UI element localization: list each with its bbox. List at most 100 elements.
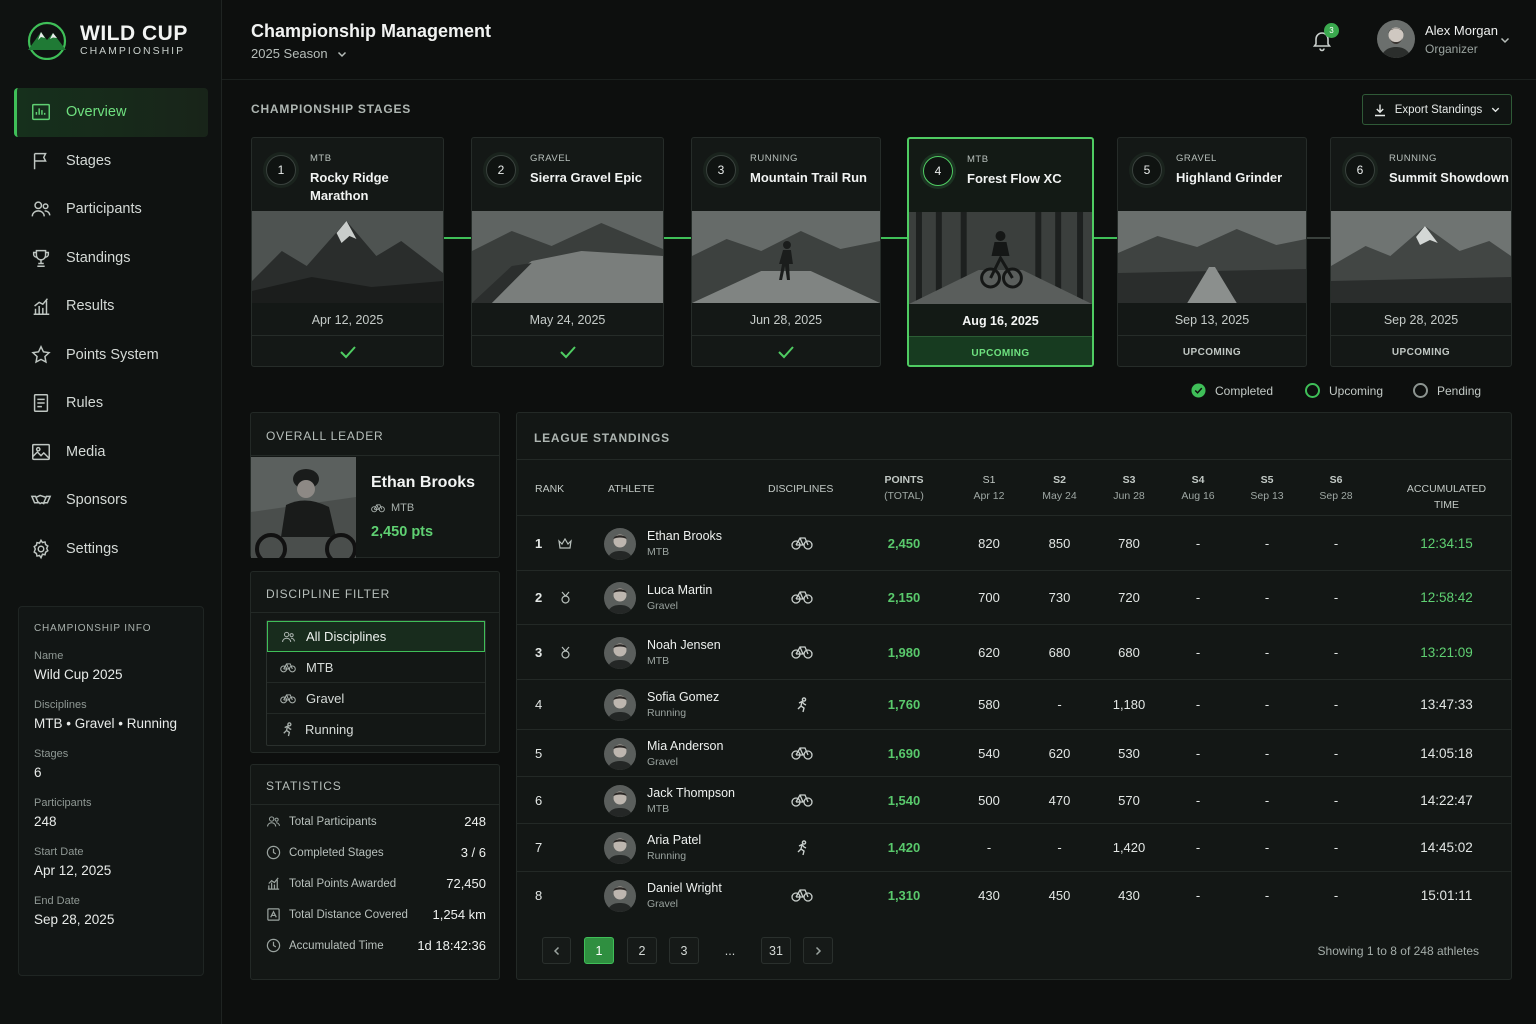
stage-score-cell: 720 (1118, 590, 1140, 605)
athlete-avatar[interactable] (604, 689, 636, 721)
stage-status (692, 335, 880, 366)
athlete-avatar[interactable] (604, 880, 636, 912)
rank-cell: 8 (535, 888, 543, 903)
chevron-down-icon[interactable] (1499, 34, 1511, 46)
next-page-button[interactable] (803, 937, 833, 964)
sidebar-item-label: Media (66, 443, 106, 460)
sidebar-item-sponsors[interactable]: Sponsors (14, 476, 208, 525)
stage-name: Highland Grinder (1176, 170, 1283, 185)
athlete-avatar[interactable] (604, 784, 636, 817)
table-row[interactable]: 7 Aria Patel Running 1,420 - - 1,420 - - - 14:45:0… (517, 823, 1511, 871)
filter-gravel[interactable]: Gravel (267, 683, 485, 714)
stage-score-cell: - (1264, 888, 1270, 903)
points-cell: 1,310 (887, 888, 921, 903)
filter-all-disciplines[interactable]: All Disciplines (267, 621, 485, 652)
stage-photo-gravel-road (472, 211, 663, 303)
col-s1[interactable]: S1 Apr 12 (968, 472, 1010, 504)
athlete-avatar[interactable] (604, 527, 636, 560)
discipline-cell (794, 840, 810, 856)
stage-card-4[interactable]: 4 MTB Forest Flow XC Aug 16, 2025 UPCOMI… (907, 137, 1094, 367)
user-avatar[interactable] (1377, 20, 1415, 58)
sidebar-item-points-system[interactable]: Points System (14, 331, 208, 380)
athlete-name: Aria Patel (647, 833, 702, 847)
athlete-cell[interactable]: Luca Martin Gravel (647, 583, 712, 612)
stage-connector (1093, 237, 1117, 239)
page-button-3[interactable]: 3 (669, 937, 699, 964)
table-row[interactable]: 6 Jack Thompson MTB 1,540 500 470 570 - - - 14:22:… (517, 776, 1511, 823)
col-s3[interactable]: S3 Jun 28 (1108, 472, 1150, 504)
season-selector[interactable]: 2025 Season (251, 46, 348, 61)
athlete-avatar[interactable] (604, 832, 636, 864)
sidebar-item-label: Stages (66, 152, 112, 169)
athlete-cell[interactable]: Noah Jensen MTB (647, 638, 721, 667)
overall-leader-panel: OVERALL LEADER Ethan Brooks MTB 2,450 pt… (250, 412, 500, 558)
accumulated-time-cell: 12:34:15 (1420, 535, 1473, 551)
col-points[interactable]: POINTS (TOTAL) (873, 472, 935, 504)
sidebar-item-settings[interactable]: Settings (14, 525, 208, 574)
mountain-logo-icon (27, 21, 67, 60)
prev-page-button[interactable] (542, 937, 571, 964)
athlete-cell[interactable]: Aria Patel Running (647, 833, 701, 862)
table-row[interactable]: 5 Mia Anderson Gravel 1,690 540 620 530 - - - 14:0… (517, 729, 1511, 776)
rank-badge (558, 537, 572, 549)
athlete-cell[interactable]: Ethan Brooks MTB (647, 529, 722, 558)
sidebar-item-participants[interactable]: Participants (14, 185, 208, 234)
sidebar-item-rules[interactable]: Rules (14, 379, 208, 428)
stage-card-5[interactable]: 5 GRAVEL Highland Grinder Sep 13, 2025 U… (1117, 137, 1307, 367)
athlete-avatar[interactable] (604, 636, 636, 669)
stage-status (252, 335, 443, 366)
col-s5[interactable]: S5 Sep 13 (1246, 472, 1288, 504)
stage-date: Sep 13, 2025 (1174, 313, 1250, 327)
athlete-avatar[interactable] (604, 737, 636, 770)
stage-photo-trail-runner (692, 211, 880, 303)
table-row[interactable]: 1 Ethan Brooks MTB 2,450 820 850 780 - - - 12:34:1… (517, 515, 1511, 570)
athlete-avatar[interactable] (604, 582, 636, 614)
stage-name: Summit Showdown (1389, 170, 1509, 185)
stage-score-cell: 530 (1118, 745, 1140, 761)
stage-card-1[interactable]: 1 MTB Rocky Ridge Marathon Apr 12, 2025 (251, 137, 444, 367)
sidebar-item-results[interactable]: Results (14, 282, 208, 331)
col-points-label: POINTS (884, 474, 924, 486)
filter-mtb[interactable]: MTB (267, 652, 485, 683)
col-s4[interactable]: S4 Aug 16 (1177, 472, 1219, 504)
table-row[interactable]: 8 Daniel Wright Gravel 1,310 430 450 430 - - - 15:… (517, 871, 1511, 919)
stage-card-3[interactable]: 3 RUNNING Mountain Trail Run Jun 28, 202… (691, 137, 881, 367)
col-s6[interactable]: S6 Sep 28 (1315, 472, 1357, 504)
stage-score-cell: - (1195, 535, 1201, 551)
info-label: Participants (34, 797, 92, 809)
athlete-cell[interactable]: Jack Thompson MTB (647, 786, 735, 815)
athlete-cell[interactable]: Daniel Wright Gravel (647, 881, 722, 910)
export-standings-button[interactable]: Export Standings (1362, 94, 1512, 125)
table-row[interactable]: 4 Sofia Gomez Running 1,760 580 - 1,180 - - - 13:4… (517, 679, 1511, 729)
stage-status: UPCOMING (1118, 335, 1306, 366)
col-s2[interactable]: S2 May 24 (1037, 472, 1082, 504)
stage-card-6[interactable]: 6 RUNNING Summit Showdown Sep 28, 2025 U… (1330, 137, 1512, 367)
sidebar-item-stages[interactable]: Stages (14, 137, 208, 186)
athlete-name: Daniel Wright (647, 881, 722, 895)
athlete-name: Ethan Brooks (647, 528, 723, 543)
sidebar-item-media[interactable]: Media (14, 428, 208, 477)
stage-card-2[interactable]: 2 GRAVEL Sierra Gravel Epic May 24, 2025 (471, 137, 664, 367)
brand-logo[interactable]: WILD CUP CHAMPIONSHIP (24, 20, 188, 60)
accumulated-time-cell: 13:21:09 (1420, 644, 1473, 660)
page-button-2[interactable]: 2 (627, 937, 657, 964)
page-button-31[interactable]: 31 (761, 937, 791, 964)
leader-discipline-label: MTB (391, 502, 415, 514)
stage-score-cell: 470 (1048, 792, 1071, 808)
athlete-photo (604, 582, 636, 614)
stat-completed-stages: Completed Stages 3 / 6 (266, 837, 486, 868)
table-row[interactable]: 3 Noah Jensen MTB 1,980 620 680 680 - - - 13:21:09 (517, 624, 1511, 679)
col-stage-date: Aug 16 (1181, 490, 1215, 502)
athlete-cell[interactable]: Mia Anderson Gravel (647, 739, 723, 768)
filter-running[interactable]: Running (267, 714, 485, 745)
discipline-cell (791, 590, 813, 604)
athlete-photo (604, 527, 636, 560)
leader-photo (251, 457, 356, 558)
page-button-1[interactable]: 1 (584, 937, 614, 964)
col-stage-date: Jun 28 (1113, 490, 1145, 502)
athlete-cell[interactable]: Sofia Gomez Running (647, 690, 719, 719)
sidebar-item-overview[interactable]: Overview (14, 88, 208, 137)
info-value: Wild Cup 2025 (34, 667, 123, 682)
sidebar-item-standings[interactable]: Standings (14, 234, 208, 283)
table-row[interactable]: 2 Luca Martin Gravel 2,150 700 730 720 - - - 12:58… (517, 570, 1511, 624)
